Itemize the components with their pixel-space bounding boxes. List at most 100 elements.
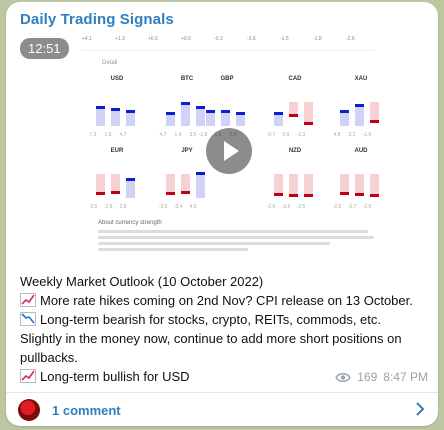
strength-bar <box>370 90 379 130</box>
strength-bar <box>206 90 215 130</box>
currency-code: NZD <box>288 148 302 154</box>
about-currency-strength-title: About currency strength <box>98 220 162 226</box>
message-bubble: Daily Trading Signals +4.1 +1.3 +6.6 +0.6 -0… <box>6 2 438 426</box>
message-meta: 169 8:47 PM <box>335 370 428 384</box>
strength-bar-marker <box>196 172 205 175</box>
strength-bar-marker <box>340 110 349 113</box>
comments-bar[interactable]: 1 comment <box>6 393 438 426</box>
strength-bar-marker <box>111 190 120 194</box>
strength-bar-fill <box>96 174 105 192</box>
chevron-right-icon[interactable] <box>412 401 428 417</box>
strength-bar-fill <box>111 174 120 191</box>
strength-bar-marker <box>166 192 175 195</box>
screenshot-section-label: Detail <box>102 60 118 66</box>
currency-code: USD <box>110 76 124 82</box>
channel-name[interactable]: Daily Trading Signals <box>20 11 174 28</box>
strength-bar <box>289 162 298 202</box>
currency-code: CAD <box>288 76 302 82</box>
strength-bar-fill <box>370 102 379 120</box>
message-line: Long-term bearish for stocks, crypto, RE… <box>20 310 432 329</box>
strength-bar <box>181 162 190 202</box>
strength-bar-marker <box>206 110 215 113</box>
chart-decreasing-icon <box>20 312 36 326</box>
strip-value: -0.3 <box>214 36 223 42</box>
strength-bar-fill <box>96 106 105 126</box>
strength-bar-marker <box>181 190 190 194</box>
commenter-avatar <box>18 399 40 421</box>
strength-bar-marker <box>126 110 135 113</box>
message-time: 8:47 PM <box>383 370 428 384</box>
views-count: 169 <box>357 370 378 384</box>
strength-bar-fill <box>181 174 190 191</box>
message-line-text: Long-term bearish for stocks, crypto, RE… <box>40 312 382 327</box>
strength-bar-marker <box>96 192 105 195</box>
strength-bar <box>355 162 364 202</box>
strength-bar <box>340 90 349 130</box>
strength-bar-marker <box>166 112 175 115</box>
currency-code: AUD <box>354 148 368 154</box>
currency-panel-nzd: NZD -2.6 -3.5 -2.5 <box>266 148 324 232</box>
strength-bar <box>221 90 230 130</box>
strength-bar-marker <box>304 194 313 197</box>
views-eye-icon <box>335 372 352 382</box>
strength-bar-fill <box>196 172 205 198</box>
strength-caption: -2.5 <box>362 204 372 210</box>
video-preview[interactable]: +4.1 +1.3 +6.6 +0.6 -0.3 -3.6 -1.5 -1.8 -2.6 Det… <box>16 34 428 266</box>
strength-bar-marker <box>355 104 364 107</box>
strength-bar <box>181 90 190 130</box>
strip-value: -3.6 <box>247 36 256 42</box>
strength-bar <box>111 162 120 202</box>
strength-bar-marker <box>111 108 120 111</box>
strength-bar <box>304 162 313 202</box>
currency-code: EUR <box>110 148 124 154</box>
strength-bar-marker <box>370 120 379 123</box>
strength-bar-marker <box>289 194 298 197</box>
strength-bar <box>236 90 245 130</box>
strip-value: +0.6 <box>181 36 191 42</box>
strength-bar-marker <box>304 122 313 125</box>
strip-value: -2.6 <box>346 36 355 42</box>
strength-bar-fill <box>289 174 298 194</box>
strength-bar-marker <box>355 193 364 197</box>
play-button-icon[interactable] <box>206 128 252 174</box>
about-text-line <box>98 248 248 251</box>
about-text-line <box>98 230 368 233</box>
message-line: Slightly in the money now, continue to a… <box>20 331 402 346</box>
message-line: pullbacks. <box>20 350 78 365</box>
strength-bar <box>274 90 283 130</box>
strip-value: -1.5 <box>280 36 289 42</box>
strength-bar-fill <box>181 102 190 126</box>
strength-bar <box>166 90 175 130</box>
strip-value: +1.3 <box>115 36 125 42</box>
strength-bar <box>111 90 120 130</box>
message-line: Weekly Market Outlook (10 October 2022) <box>20 274 264 289</box>
strength-bar-fill <box>304 102 313 122</box>
strength-bar-marker <box>274 112 283 115</box>
chart-increasing-icon <box>20 369 36 383</box>
strength-bar-fill <box>355 174 364 194</box>
screenshot-strip: +4.1 +1.3 +6.6 +0.6 -0.3 -3.6 -1.5 -1.8 -2.6 <box>82 36 382 48</box>
comments-link[interactable]: 1 comment <box>52 403 121 418</box>
strength-bar <box>126 162 135 202</box>
currency-code: GBP <box>220 76 234 82</box>
strength-bar <box>304 90 313 130</box>
screenshot-separator <box>82 50 374 51</box>
strength-bar-marker <box>236 112 245 115</box>
message-line-text: Long-term bullish for USD <box>40 369 190 384</box>
currency-panel-aud: AUD -2.5 -2.7 -2.5 <box>332 148 390 232</box>
strength-bar <box>96 90 105 130</box>
strength-bar <box>355 90 364 130</box>
strength-bar-marker <box>96 106 105 109</box>
strip-value: +6.6 <box>148 36 158 42</box>
strength-bar-fill <box>370 174 379 194</box>
about-text-line <box>98 242 330 245</box>
strength-bar-marker <box>221 110 230 113</box>
strength-bar-marker <box>289 114 298 117</box>
strength-bar-marker <box>274 193 283 197</box>
chart-increasing-icon <box>20 293 36 307</box>
strength-bar <box>96 162 105 202</box>
strength-bar <box>196 162 205 202</box>
about-text-line <box>98 236 374 239</box>
strength-bar-fill <box>289 102 298 114</box>
message-text: Weekly Market Outlook (10 October 2022) … <box>20 272 432 386</box>
